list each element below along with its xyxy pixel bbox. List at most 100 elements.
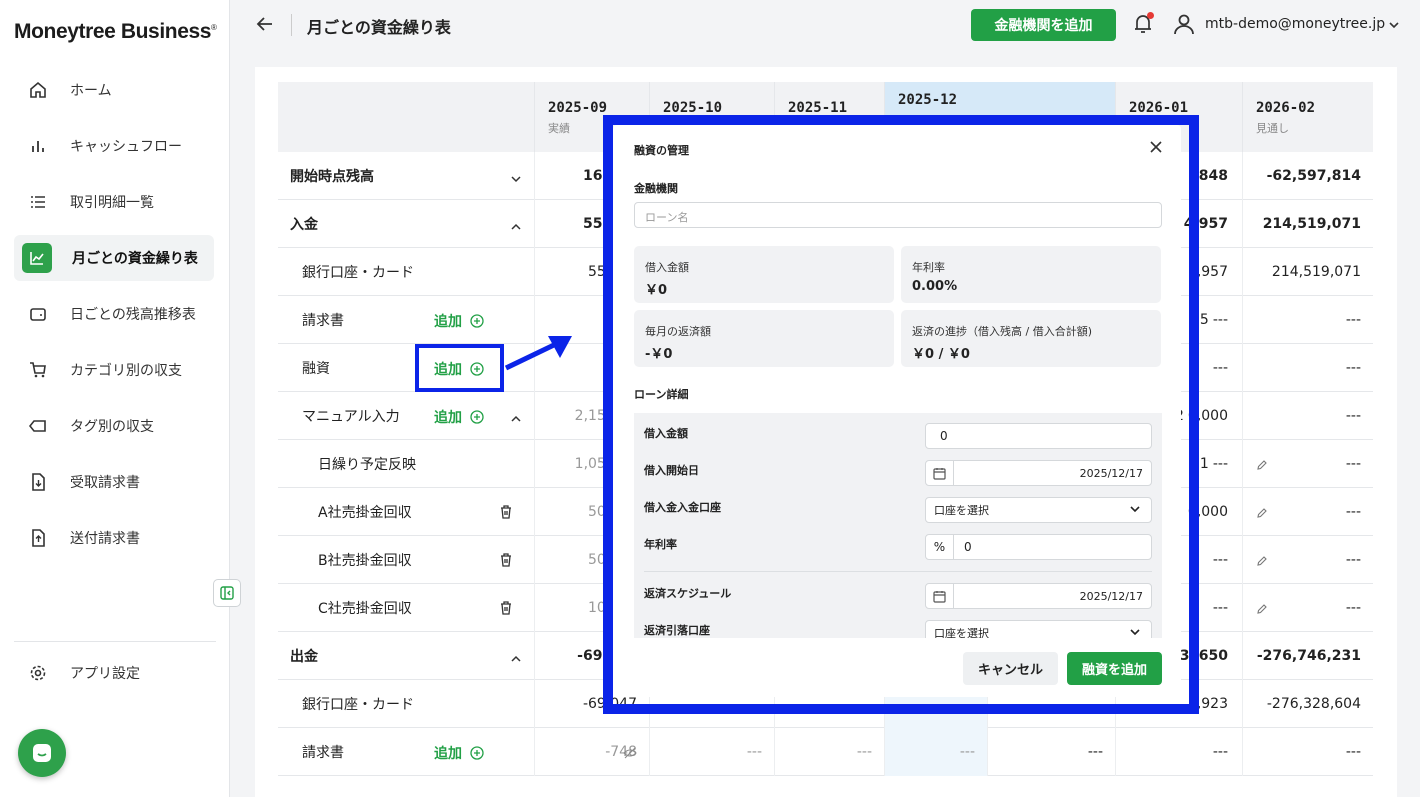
pencil-icon[interactable]	[1256, 552, 1268, 571]
table-cell: ---	[1242, 296, 1373, 344]
table-cell: ---	[1242, 728, 1373, 776]
chevron-down-icon[interactable]	[1388, 16, 1400, 35]
user-icon[interactable]	[1173, 13, 1195, 39]
sidebar-item-sent-invoices[interactable]: 送付請求書	[14, 515, 214, 561]
invoice-in-icon	[28, 472, 48, 492]
add-button[interactable]: 追加	[434, 743, 462, 763]
calendar-icon[interactable]	[926, 461, 954, 485]
pencil-icon[interactable]	[1256, 504, 1268, 523]
month-header: 2026-02 見通し	[1242, 82, 1373, 152]
pencil-icon[interactable]	[1256, 456, 1268, 475]
card-value: -￥0	[645, 347, 673, 362]
cell-value: ---	[1212, 312, 1228, 328]
eye-off-icon[interactable]	[623, 745, 637, 764]
table-cell: -276,328,604	[1242, 680, 1373, 728]
add-button[interactable]: 追加	[434, 407, 462, 427]
home-icon	[28, 80, 48, 100]
cancel-button[interactable]: キャンセル	[963, 652, 1058, 685]
cell-value: ---	[1212, 360, 1228, 376]
sidebar-item-label: 月ごとの資金繰り表	[72, 251, 198, 267]
row-label: マニュアル入力	[302, 409, 400, 425]
sidebar-item-daily-balance[interactable]: 日ごとの残高推移表	[14, 291, 214, 337]
line-chart-icon	[22, 243, 52, 273]
repayment-schedule-value: 2025/12/17	[1079, 589, 1143, 603]
calendar-icon[interactable]	[926, 584, 954, 608]
amount-input[interactable]: 0	[925, 423, 1152, 449]
rate-input[interactable]: % 0	[925, 534, 1152, 560]
table-cell: ---	[774, 728, 884, 776]
top-bar: 月ごとの資金繰り表 金融機関を追加 mtb-demo@moneytree.jp	[231, 0, 1420, 52]
row-label: 入金	[290, 217, 318, 233]
plus-circle-icon[interactable]	[470, 409, 484, 428]
add-institution-button[interactable]: 金融機関を追加	[971, 9, 1116, 41]
brand-logo[interactable]: Moneytree Business®	[14, 20, 217, 44]
sidebar-collapse-button[interactable]	[213, 579, 241, 607]
user-email[interactable]: mtb-demo@moneytree.jp	[1205, 16, 1385, 32]
month-label: 2025-10	[663, 100, 723, 116]
month-label: 2025-12	[898, 92, 958, 108]
chevron-up-icon[interactable]	[510, 218, 522, 237]
modal-footer: キャンセル 融資を追加	[613, 638, 1181, 697]
sidebar-item-label: ホーム	[70, 83, 112, 99]
repayment-schedule-input[interactable]: 2025/12/17	[925, 583, 1152, 609]
card-value: ￥0	[645, 283, 668, 298]
card-value: 0.00%	[912, 279, 958, 294]
rate-label: 年利率	[644, 538, 677, 551]
cell-value: ---	[1212, 744, 1228, 760]
trash-icon[interactable]	[500, 600, 512, 619]
wallet-icon	[28, 304, 48, 324]
sidebar-item-monthly-cashflow[interactable]: 月ごとの資金繰り表	[14, 235, 214, 281]
sidebar-item-cashflow[interactable]: キャッシュフロー	[14, 123, 214, 169]
plus-circle-icon[interactable]	[470, 745, 484, 764]
trash-icon[interactable]	[500, 504, 512, 523]
chevron-up-icon[interactable]	[510, 650, 522, 669]
invoice-out-icon	[28, 528, 48, 548]
start-date-value: 2025/12/17	[1079, 466, 1143, 480]
header-divider	[291, 14, 292, 36]
trash-icon[interactable]	[500, 552, 512, 571]
cell-value: ,923	[1196, 696, 1228, 712]
table-cell: -276,746,231	[1242, 632, 1373, 680]
month-label: 2025-09	[548, 100, 608, 116]
sidebar-item-home[interactable]: ホーム	[14, 67, 214, 113]
table-cell: ---	[1242, 392, 1373, 440]
pencil-icon[interactable]	[1256, 600, 1268, 619]
sidebar-item-settings[interactable]: アプリ設定	[14, 650, 214, 696]
sidebar-item-label: キャッシュフロー	[70, 139, 182, 155]
chevron-down-icon[interactable]	[510, 170, 522, 189]
details-divider	[644, 571, 1152, 572]
row-label: B社売掛金回収	[318, 553, 412, 569]
table-cell: ---	[1242, 344, 1373, 392]
back-arrow-icon[interactable]	[255, 14, 275, 38]
table-cell: ---	[884, 728, 987, 776]
row-label: 銀行口座・カード	[302, 265, 414, 281]
table-cell: ---	[987, 728, 1115, 776]
loan-name-input[interactable]: ローン名	[634, 202, 1162, 228]
cell-value: 5	[1199, 312, 1209, 328]
chat-button[interactable]	[18, 729, 66, 777]
sidebar-item-transactions[interactable]: 取引明細一覧	[14, 179, 214, 225]
cart-icon	[28, 360, 48, 380]
sidebar-item-received-invoices[interactable]: 受取請求書	[14, 459, 214, 505]
row-label: 開始時点残高	[290, 169, 374, 185]
bar-chart-icon	[28, 136, 48, 156]
annual-rate-card: 年利率 0.00%	[901, 246, 1161, 303]
gear-icon	[28, 663, 48, 683]
sidebar-item-label: 取引明細一覧	[70, 195, 154, 211]
debit-account-label: 返済引落口座	[644, 624, 710, 637]
deposit-account-select[interactable]: 口座を選択	[925, 497, 1152, 523]
cell-value: 1	[1199, 456, 1209, 472]
chevron-up-icon[interactable]	[510, 410, 522, 429]
cell-value: ---	[1212, 552, 1228, 568]
month-label: 2026-02	[1256, 100, 1316, 116]
add-loan-button[interactable]: 融資を追加	[1067, 652, 1162, 685]
close-icon[interactable]	[1149, 139, 1163, 158]
sidebar-item-tags[interactable]: タグ別の収支	[14, 403, 214, 449]
cell-value: ---	[1212, 456, 1228, 472]
add-button[interactable]: 追加	[434, 311, 462, 331]
plus-circle-icon[interactable]	[470, 313, 484, 332]
sidebar-item-category[interactable]: カテゴリ別の収支	[14, 347, 214, 393]
start-date-input[interactable]: 2025/12/17	[925, 460, 1152, 486]
loan-details-section: 借入金額 0 借入開始日 2025/12/17 借入金入金口座 口座を選択 年利…	[634, 413, 1162, 653]
row-label: C社売掛金回収	[318, 601, 412, 617]
